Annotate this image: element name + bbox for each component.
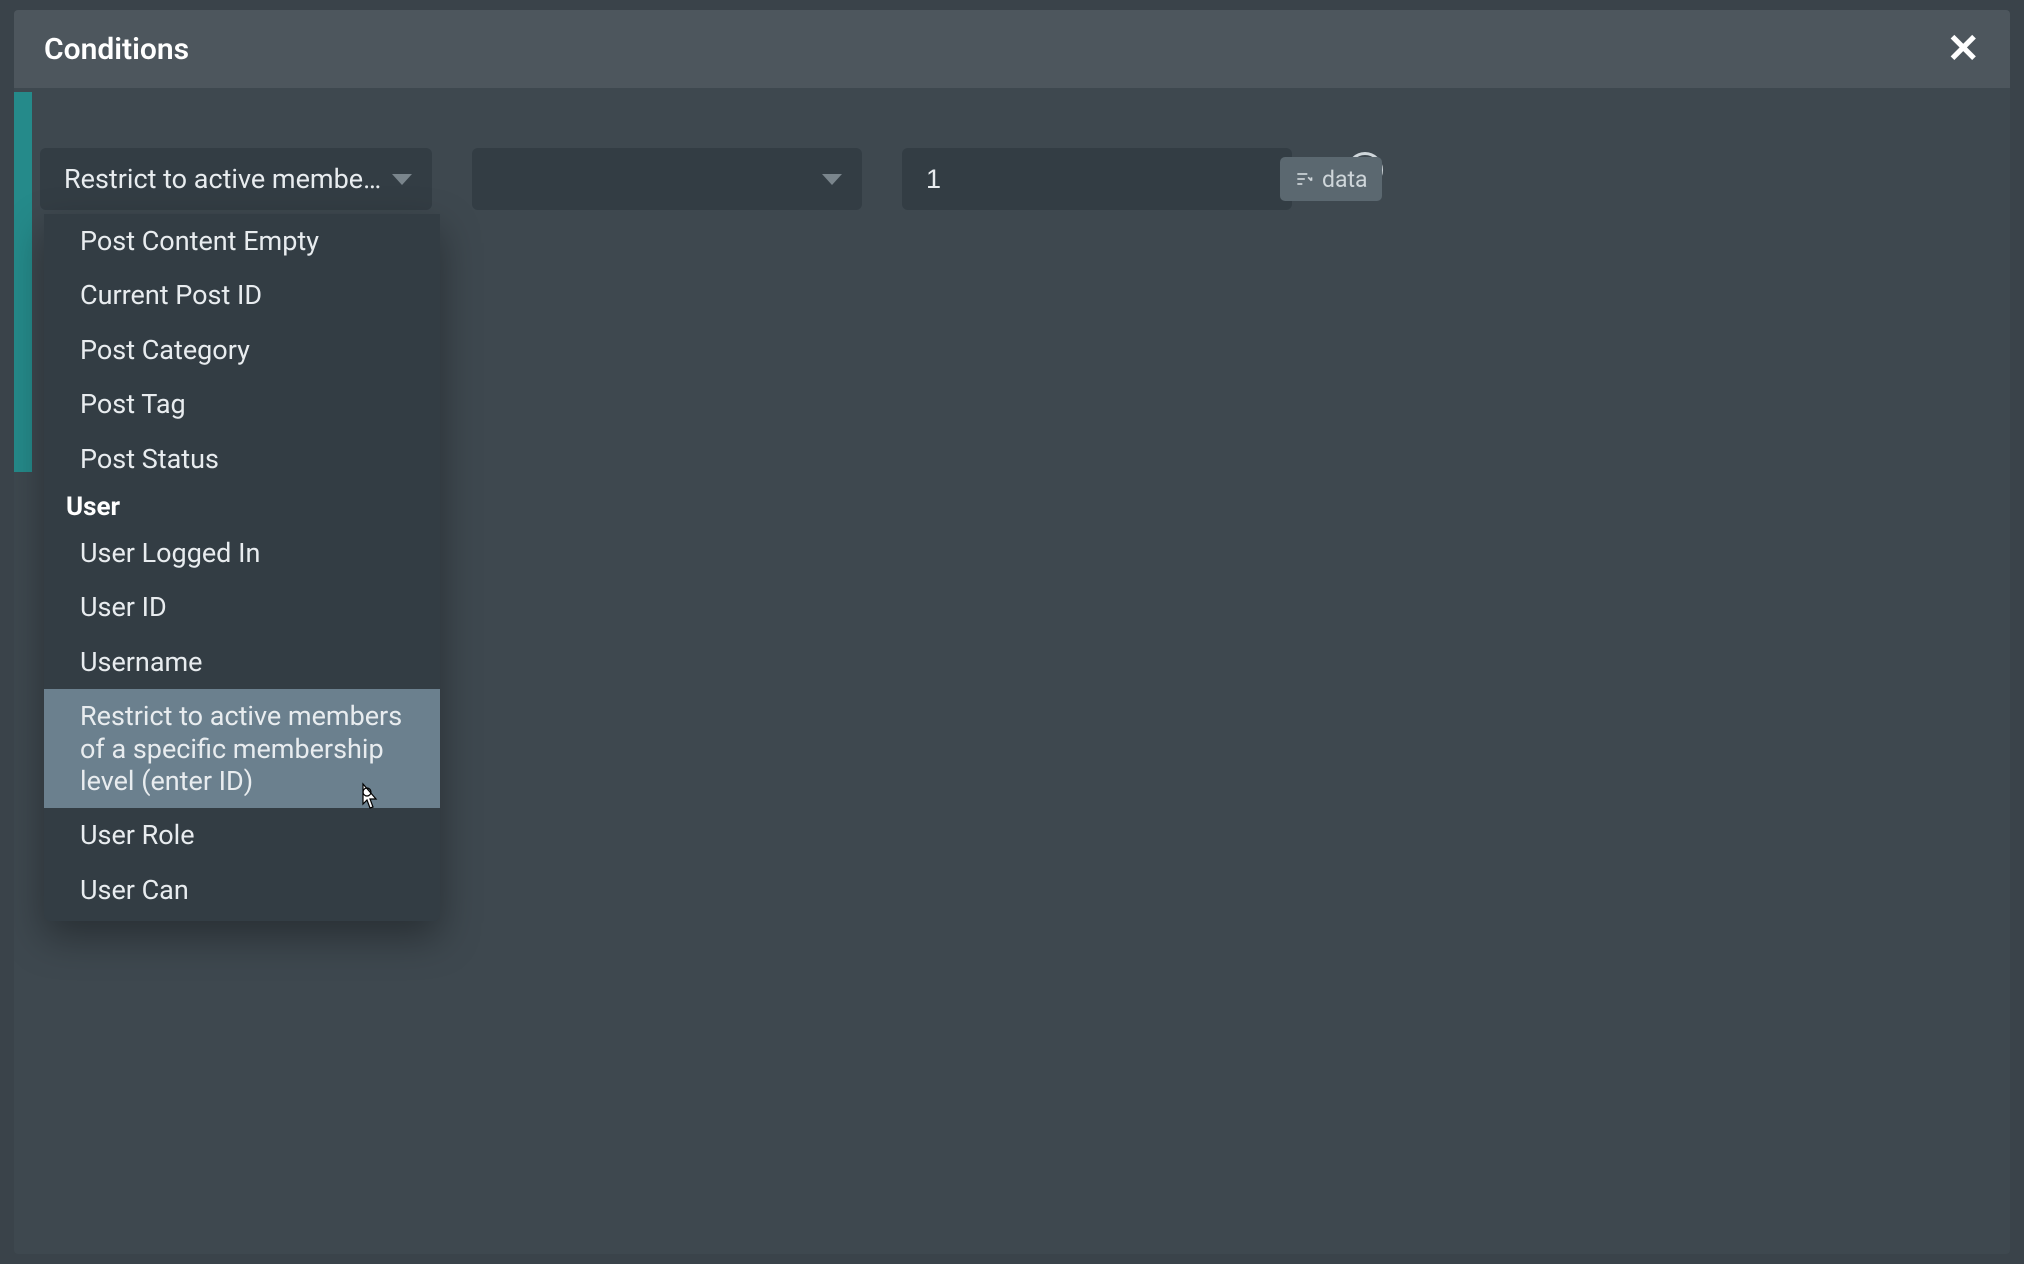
- dropdown-item[interactable]: Current Post ID: [44, 268, 440, 322]
- condition-value-input[interactable]: [926, 148, 1280, 210]
- dropdown-item[interactable]: Post Content Empty: [44, 214, 440, 268]
- conditions-modal: Conditions ✕ Restrict to active members: [14, 10, 2010, 1254]
- condition-type-select[interactable]: Restrict to active members: [40, 148, 432, 210]
- dropdown-item[interactable]: User Can: [44, 863, 440, 917]
- dropdown-item[interactable]: User Role: [44, 808, 440, 862]
- dropdown-item[interactable]: Post Status: [44, 432, 440, 486]
- condition-type-dropdown: Post Content EmptyCurrent Post IDPost Ca…: [44, 214, 440, 921]
- condition-type-label: Restrict to active members: [64, 163, 382, 195]
- condition-row: Restrict to active members d: [40, 148, 1984, 210]
- filter-icon: [1294, 169, 1314, 189]
- modal-title: Conditions: [44, 32, 189, 67]
- dropdown-item[interactable]: User Logged In: [44, 526, 440, 580]
- dropdown-item[interactable]: Restrict to active members of a specific…: [44, 689, 440, 808]
- close-icon[interactable]: ✕: [1946, 29, 1980, 69]
- data-chip-label: data: [1322, 166, 1368, 193]
- modal-header: Conditions ✕: [14, 10, 2010, 88]
- dropdown-item[interactable]: Username: [44, 635, 440, 689]
- chevron-down-icon: [392, 174, 412, 185]
- condition-value-wrap: data: [902, 148, 1292, 210]
- dropdown-item[interactable]: User ID: [44, 580, 440, 634]
- dropdown-item[interactable]: Post Category: [44, 323, 440, 377]
- condition-operator-select[interactable]: [472, 148, 862, 210]
- dropdown-item[interactable]: Post Tag: [44, 377, 440, 431]
- data-chip-button[interactable]: data: [1280, 157, 1382, 201]
- chevron-down-icon: [822, 174, 842, 185]
- dropdown-group-label: User: [44, 486, 440, 526]
